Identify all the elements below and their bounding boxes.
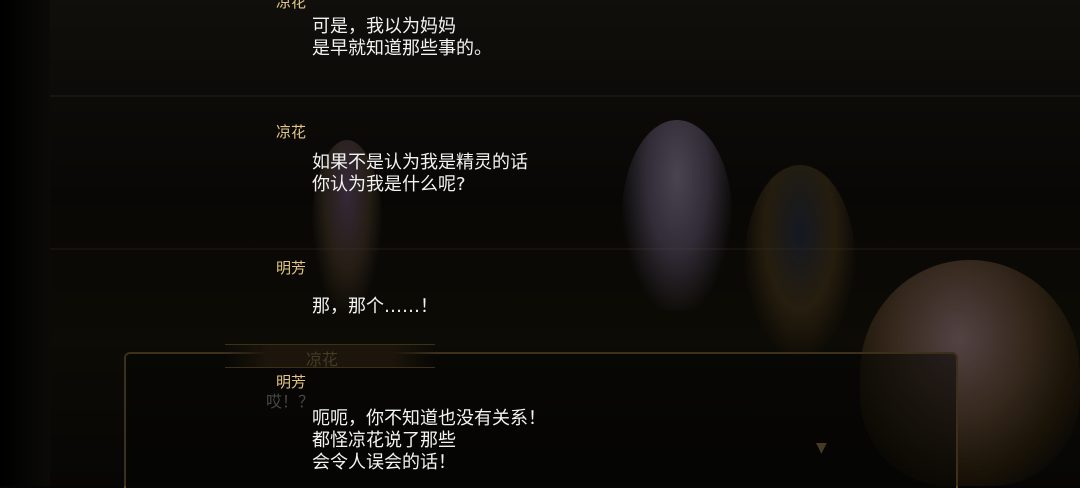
backlog-line: 如果不是认为我是精灵的话 xyxy=(312,152,528,173)
backlog-line: 那，那个……！ xyxy=(312,296,438,317)
backlog-overlay[interactable] xyxy=(50,0,1080,486)
backlog-entry: 明芳 呃呃，你不知道也没有关系！ 都怪凉花说了那些 会令人误会的话！ xyxy=(276,372,546,474)
backlog-line: 是早就知道那些事的。 xyxy=(312,38,492,59)
backlog-speaker: 明芳 xyxy=(276,259,307,277)
backlog-line: 会令人误会的话！ xyxy=(312,452,456,473)
backlog-speaker: 明芳 xyxy=(276,373,307,391)
left-pillar xyxy=(0,0,50,486)
backlog-speaker: 凉花 xyxy=(276,0,307,11)
backlog-entry: 明芳 那，那个……！ xyxy=(276,258,438,318)
backlog-line: 可是，我以为妈妈 xyxy=(312,16,456,37)
backlog-line: 呃呃，你不知道也没有关系！ xyxy=(312,408,546,429)
backlog-line: 你认为我是什么呢? xyxy=(312,174,466,195)
backlog-entry: 凉花 可是，我以为妈妈 是早就知道那些事的。 xyxy=(276,0,492,60)
backlog-entry: 凉花 如果不是认为我是精灵的话 你认为我是什么呢? xyxy=(276,122,528,196)
backlog-line: 都怪凉花说了那些 xyxy=(312,430,456,451)
backlog-speaker: 凉花 xyxy=(276,123,307,141)
